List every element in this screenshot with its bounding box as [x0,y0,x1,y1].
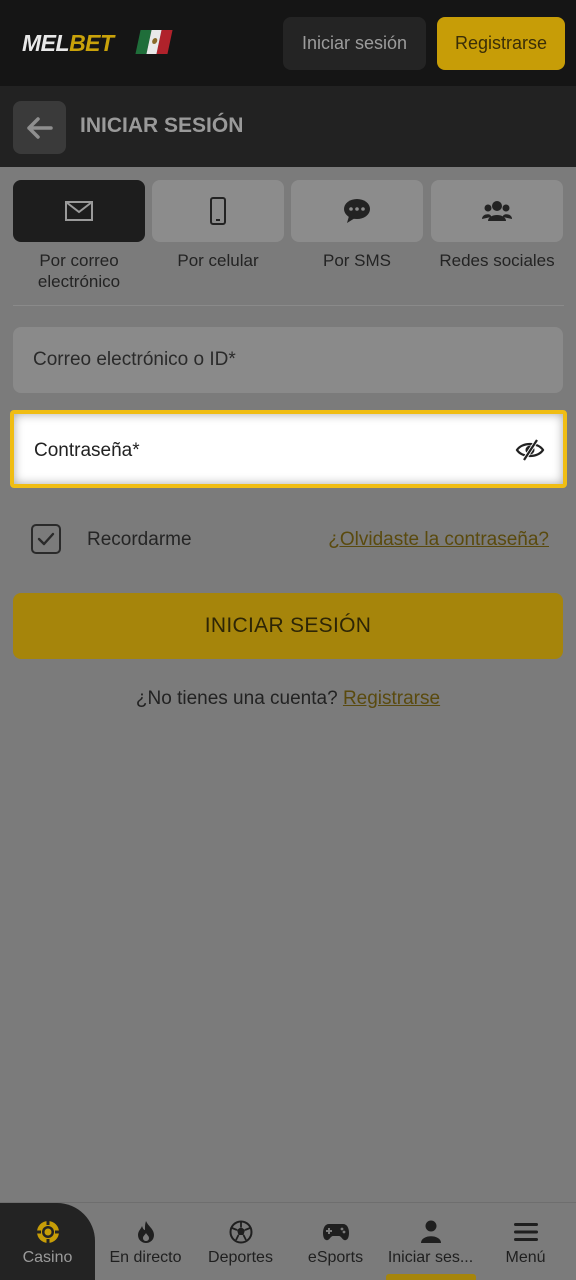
nav-menu[interactable]: Menú [478,1203,573,1280]
nav-esports-label: eSports [307,1249,364,1266]
tab-social[interactable]: Redes sociales [431,180,563,271]
password-placeholder: Contraseña* [34,440,140,461]
password-field[interactable]: Contraseña* [10,410,567,488]
eye-slash-icon[interactable] [515,438,545,462]
nav-login-label: Iniciar ses... [387,1249,474,1266]
nav-esports[interactable]: eSports [288,1203,383,1280]
envelope-icon [65,201,93,221]
remember-checkbox[interactable] [31,524,61,554]
gamepad-icon [322,1224,349,1241]
nav-live[interactable]: En directo [98,1203,193,1280]
nav-menu-label: Menú [505,1249,546,1266]
no-account-text: ¿No tienes una cuenta? [135,688,338,709]
hamburger-icon [513,1223,538,1241]
nav-live-label: En directo [109,1249,182,1266]
users-icon [482,201,512,221]
nav-sports-label: Deportes [208,1249,273,1266]
nav-active-indicator [386,1274,476,1280]
melbet-logo[interactable]: MELBET [22,30,114,57]
top-header: MELBET Iniciar sesión Registrarse [0,0,576,86]
tab-social-box[interactable] [431,180,563,242]
email-placeholder: Correo electrónico o ID* [33,349,236,370]
header-login-button[interactable]: Iniciar sesión [283,17,426,70]
phone-icon [210,197,226,225]
soccer-ball-icon [229,1220,252,1244]
tab-phone[interactable]: Por celular [152,180,284,271]
tab-phone-box[interactable] [152,180,284,242]
email-field[interactable]: Correo electrónico o ID* [13,327,563,393]
tab-email[interactable]: Por correo electrónico [13,180,145,292]
login-screen: MELBET Iniciar sesión Registrarse INICIA… [0,0,576,1280]
tab-sms[interactable]: Por SMS [291,180,423,271]
page-title: INICIAR SESIÓN [80,114,244,137]
tab-sms-box[interactable] [291,180,423,242]
signup-prompt: ¿No tienes una cuenta? Registrarse [0,688,576,710]
back-button[interactable] [13,101,66,154]
login-submit-button[interactable]: INICIAR SESIÓN [13,593,563,659]
arrow-left-icon [26,116,53,139]
login-method-tabs: Por correo electrónico Por celular Por S… [13,180,564,300]
user-icon [420,1220,441,1243]
chat-bubble-icon [344,199,370,223]
nav-casino-label: Casino [22,1249,73,1266]
header-register-button[interactable]: Registrarse [437,17,565,70]
nav-casino[interactable]: Casino [0,1203,95,1280]
logo-bet-text: BET [69,30,114,56]
tab-email-label: Por correo electrónico [37,251,121,291]
title-bar: INICIAR SESIÓN [0,86,576,167]
bottom-navigation: Casino En directo Deportes eSports Inici… [0,1202,576,1280]
tabs-divider [13,305,564,306]
tab-email-box[interactable] [13,180,145,242]
remember-label[interactable]: Recordarme [87,529,192,551]
tab-phone-label: Por celular [177,251,259,270]
flame-icon [137,1221,154,1243]
mexico-flag-icon [135,30,173,54]
signup-link[interactable]: Registrarse [343,688,440,709]
checkmark-icon [37,532,55,546]
nav-sports[interactable]: Deportes [193,1203,288,1280]
logo-mel-text: MEL [22,30,70,56]
tab-sms-label: Por SMS [322,251,392,270]
tab-social-label: Redes sociales [439,251,555,270]
nav-login[interactable]: Iniciar ses... [383,1203,478,1280]
forgot-password-link[interactable]: ¿Olvidaste la contraseña? [328,529,549,551]
casino-chip-icon [36,1221,59,1243]
